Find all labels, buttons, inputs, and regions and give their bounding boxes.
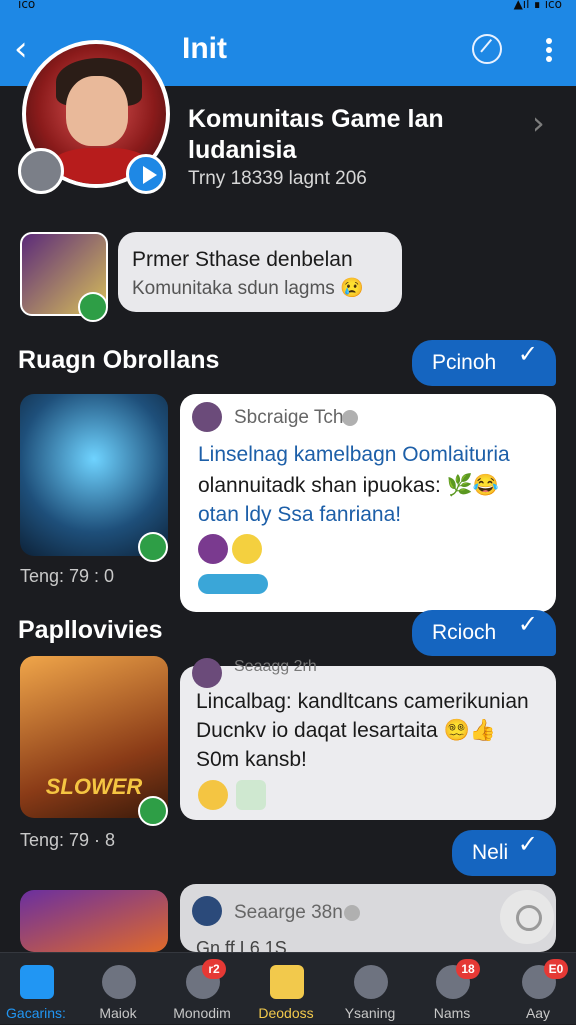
clipboard-icon [270, 965, 304, 999]
author-name: Seaagg 2rh [234, 658, 317, 675]
verified-icon [342, 410, 358, 426]
nav-label: Maiok [99, 1005, 137, 1021]
nav-item-home[interactable]: Gacarins: [0, 953, 72, 1025]
thumb-label: Teng: 79 : 0 [20, 566, 115, 586]
check-icon: ✓ [517, 830, 538, 858]
nav-label: Nams [433, 1005, 471, 1021]
sticker-icon[interactable] [198, 534, 228, 564]
post-card[interactable]: Seaagg 2rh Lincalbag: kandltcans camerik… [180, 658, 556, 820]
status-time: ıco [18, 0, 36, 11]
member-avatar [18, 148, 64, 194]
post-card[interactable]: Sbcraige Tch Linselnag kamelbagn Oomlait… [180, 394, 556, 612]
post-line: Lincalbag: kandltcans camerikunian [196, 690, 529, 713]
thumb-title: SLOWER [45, 774, 143, 799]
section-title: Ruagn Obrollans [18, 346, 220, 374]
author-name: Seaarge 38n [234, 902, 343, 923]
nav-item-maiok[interactable]: Maiok [82, 953, 154, 1025]
chevron-right-icon[interactable]: › [532, 104, 545, 142]
settings-icon [354, 965, 388, 999]
avatar-face [66, 76, 128, 146]
pill-label: Pcinoh [432, 351, 497, 374]
post-line: Linselnag kamelbagn Oomlaituria [198, 443, 510, 466]
author-avatar [192, 658, 222, 688]
notification-badge: 18 [456, 959, 480, 979]
check-icon: ✓ [517, 610, 538, 638]
pinned-message-bubble[interactable]: Prmer Sthase denbelan Komunitaka sdun la… [118, 232, 402, 312]
post-thumbnail[interactable] [20, 394, 168, 556]
sticker-icon[interactable] [198, 574, 268, 594]
post-line: Ducnkv io daqat lesartaita 😵‍💫👍 [196, 719, 496, 742]
verified-icon [344, 905, 360, 921]
page-title: Init [182, 32, 227, 65]
nav-label: Monodim [173, 1005, 231, 1021]
gear-icon [102, 965, 136, 999]
author-avatar [192, 896, 222, 926]
play-icon[interactable] [126, 154, 166, 194]
nav-label: Aay [525, 1005, 551, 1021]
section-title: Papllovivies [18, 616, 163, 644]
status-pill[interactable]: Neli ✓ [452, 830, 556, 876]
notification-badge: E0 [544, 959, 568, 979]
more-options-icon[interactable] [546, 38, 552, 62]
status-bar: ıco ▲ıl ∎ ıco [0, 0, 576, 14]
bottom-nav: Gacarins: Maiok r2 Monodim Deodoss Ysani… [0, 952, 576, 1024]
check-icon: ✓ [517, 340, 538, 368]
pill-label: Rcioch [432, 621, 497, 644]
nav-item-ysaning[interactable]: Ysaning [334, 953, 406, 1025]
status-pill[interactable]: Rcioch ✓ [412, 610, 556, 656]
emoji-icon[interactable] [232, 534, 262, 564]
nav-label: Ysaning [344, 1005, 396, 1021]
status-icons: ▲ıl ∎ ıco [513, 0, 562, 11]
author-avatar [192, 402, 222, 432]
pill-label: Neli [472, 841, 509, 864]
nav-label: Deodoss [258, 1005, 314, 1021]
status-pill[interactable]: Pcinoh ✓ [412, 340, 556, 386]
post-line: S0m kansb! [196, 748, 307, 771]
group-header[interactable]: Komunitaıs Game lan ludanisia Trny 18339… [0, 40, 576, 210]
nav-item-aay[interactable]: E0 Aay [502, 953, 574, 1025]
game-badge-icon [138, 796, 168, 826]
nav-item-monodim[interactable]: r2 Monodim [166, 953, 238, 1025]
emoji-icon[interactable] [198, 780, 228, 810]
post-thumbnail[interactable]: SLOWER [20, 656, 168, 818]
thumb-label: Teng: 79 · 8 [20, 830, 116, 850]
edit-icon[interactable] [472, 34, 502, 64]
game-badge-icon [138, 532, 168, 562]
post-line: otan ldy Ssa fanriana! [198, 503, 402, 526]
pinned-line-2: Komunitaka sdun lagms 😢 [132, 278, 364, 299]
game-badge-icon [78, 292, 108, 322]
nav-item-nams[interactable]: 18 Nams [416, 953, 488, 1025]
scroll-down-button[interactable] [500, 890, 554, 944]
post-line: olannuitadk shan ipuokas: 🌿😂 [198, 474, 499, 497]
group-subtitle: Trny 18339 lagnt 206 [188, 168, 367, 189]
group-name: Komunitaıs Game lan ludanisia [188, 105, 444, 164]
author-name: Sbcraige Tch [234, 407, 344, 428]
nav-label: Gacarins: [6, 1005, 66, 1021]
nav-item-deodoss[interactable]: Deodoss [250, 953, 322, 1025]
notification-badge: r2 [202, 959, 226, 979]
pinned-line-1: Prmer Sthase denbelan [132, 248, 353, 271]
sticker-icon[interactable] [236, 780, 266, 810]
post-thumbnail[interactable] [20, 890, 168, 952]
home-icon [20, 965, 54, 999]
